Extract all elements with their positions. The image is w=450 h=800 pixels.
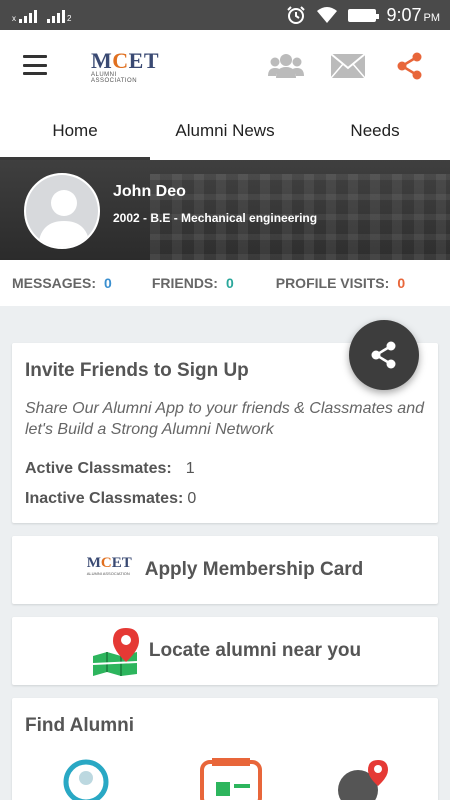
invite-title: Invite Friends to Sign Up [25,360,249,381]
wifi-icon [317,7,338,23]
friends-stat[interactable]: FRIENDS: 0 [152,275,234,291]
invite-description: Share Our Alumni App to your friends & C… [25,400,424,438]
mail-icon[interactable] [328,50,368,82]
signal-2-icon: 2 [47,7,72,23]
avatar[interactable] [24,173,100,249]
mcet-logo-small: MCET ALUMNI ASSOCIATION [86,555,132,577]
alarm-icon [287,6,306,24]
profile-banner: John Deo 2002 - B.E - Mechanical enginee… [0,160,450,260]
locate-label: Locate alumni near you [148,640,362,661]
share-icon [371,341,396,369]
tab-home[interactable]: Home [0,102,150,160]
profile-degree: 2002 - B.E - Mechanical engineering [113,211,318,225]
tab-needs[interactable]: Needs [300,102,450,160]
inactive-classmates-row: Inactive Classmates: 0 [25,490,197,507]
globe-location-icon[interactable] [334,758,394,800]
mcet-logo: MCET ALUMNI ASSOCIATION [91,48,160,85]
find-alumni-card: Find Alumni [12,698,438,800]
find-alumni-title: Find Alumni [25,715,135,736]
clock: 9:07 PM [386,4,440,25]
signal-x-icon: x [12,7,37,23]
stats-bar: MESSAGES: 0 FRIENDS: 0 PROFILE VISITS: 0 [0,260,450,306]
app-bar: MCET ALUMNI ASSOCIATION [0,30,450,102]
profile-visits-stat[interactable]: PROFILE VISITS: 0 [276,275,405,291]
messages-count: 0 [104,275,112,291]
share-icon[interactable] [390,50,430,82]
battery-icon [348,8,380,22]
friends-count: 0 [225,275,234,291]
tab-alumni-news[interactable]: Alumni News [150,102,300,160]
menu-icon[interactable] [23,55,47,75]
map-pin-icon [92,628,139,676]
search-person-icon[interactable] [62,758,110,800]
profile-visits-count: 0 [397,275,406,291]
profile-name: John Deo [113,183,186,200]
locate-alumni-button[interactable]: Locate alumni near you [12,617,438,685]
directory-icon[interactable] [198,758,264,800]
share-fab-button[interactable] [349,320,419,390]
active-classmates-row: Active Classmates: 1 [25,460,195,477]
signal-indicators: x 2 [12,7,72,23]
status-bar: x 2 9:07 PM [0,0,450,30]
apply-membership-card-button[interactable]: MCET ALUMNI ASSOCIATION Apply Membership… [12,536,438,604]
membership-label: Apply Membership Card [144,559,364,580]
messages-stat[interactable]: MESSAGES: 0 [12,275,112,291]
tab-bar: Home Alumni News Needs [0,102,450,160]
friends-icon[interactable] [266,50,306,82]
avatar-placeholder-icon [26,175,98,247]
